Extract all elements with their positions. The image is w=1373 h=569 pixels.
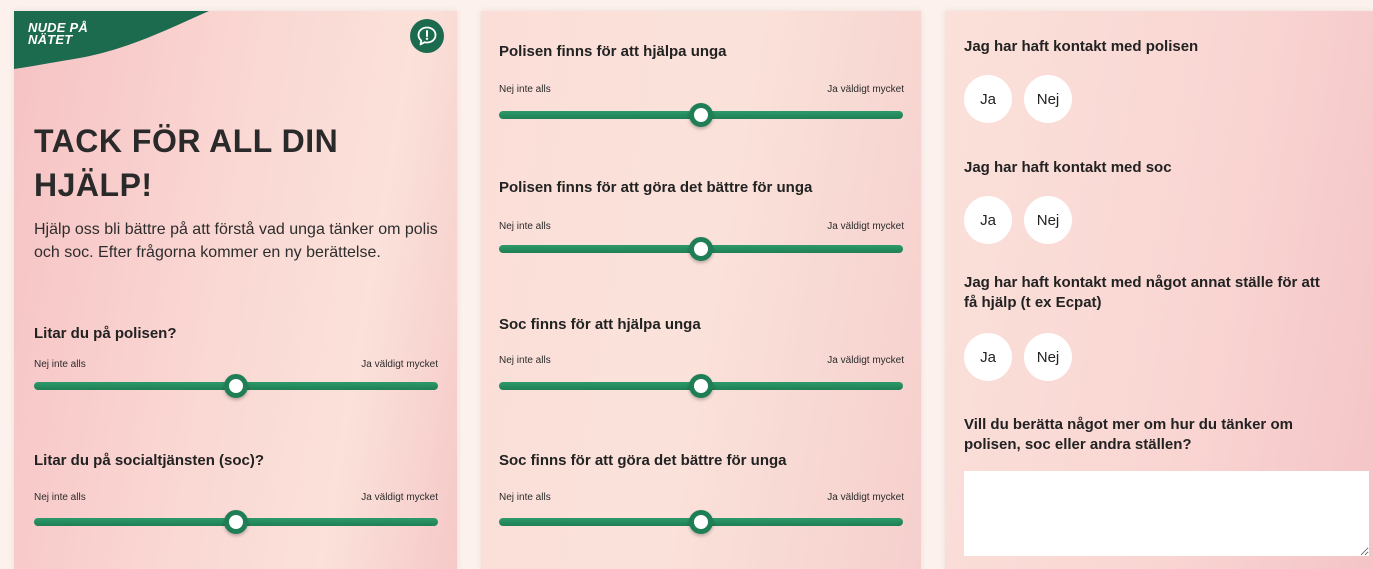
chat-bubble-exclamation-icon (417, 26, 437, 46)
scale-max-label: Ja väldigt mycket (361, 359, 438, 370)
scale-min-label: Nej inte alls (499, 355, 551, 366)
open-question-line-1: Vill du berätta något mer om hur du tänk… (964, 416, 1293, 433)
contact-police-no-button[interactable]: Nej (1024, 75, 1072, 123)
question-trust-police-label: Litar du på polisen? (34, 325, 177, 342)
contact-soc-no-button[interactable]: Nej (1024, 196, 1072, 244)
survey-panel-statements: Polisen finns för att hjälpa unga Nej in… (481, 11, 921, 569)
contact-soc-label: Jag har haft kontakt med soc (964, 159, 1172, 176)
scale-max-label: Ja väldigt mycket (827, 355, 904, 366)
scale-max-label: Ja väldigt mycket (827, 84, 904, 95)
intro-text: Hjälp oss bli bättre på att förstå vad u… (34, 221, 438, 261)
scale-max-label: Ja väldigt mycket (827, 492, 904, 503)
scale-max-label: Ja väldigt mycket (361, 492, 438, 503)
page-title: TACK FÖR ALL DIN HJÄLP! (34, 123, 339, 203)
open-question-line-2: polisen, soc eller andra ställen? (964, 436, 1192, 453)
trust-soc-slider-thumb[interactable] (224, 510, 248, 534)
logo-line-2: NÄTET (28, 32, 73, 47)
chat-button[interactable] (410, 19, 444, 53)
contact-soc-yes-button[interactable]: Ja (964, 196, 1012, 244)
open-answer-textarea[interactable] (964, 471, 1369, 556)
contact-other-label-line-2: få hjälp (t ex Ecpat) (964, 294, 1102, 311)
survey-panel-contacts: Jag har haft kontakt med polisen Ja Nej … (945, 11, 1373, 569)
scale-min-label: Nej inte alls (499, 221, 551, 232)
contact-police-yes-button[interactable]: Ja (964, 75, 1012, 123)
soc-help-slider-thumb[interactable] (689, 374, 713, 398)
scale-min-label: Nej inte alls (34, 359, 86, 370)
contact-other-no-button[interactable]: Nej (1024, 333, 1072, 381)
statement-soc-better-label: Soc finns för att göra det bättre för un… (499, 452, 787, 469)
police-help-slider-thumb[interactable] (689, 103, 713, 127)
contact-police-label: Jag har haft kontakt med polisen (964, 38, 1199, 55)
police-better-slider-thumb[interactable] (689, 237, 713, 261)
survey-panel-intro: NUDE PÅ NÄTET TACK FÖR ALL DIN HJÄLP! Hj… (14, 11, 457, 569)
scale-min-label: Nej inte alls (499, 492, 551, 503)
scale-max-label: Ja väldigt mycket (827, 221, 904, 232)
statement-police-help-label: Polisen finns för att hjälpa unga (499, 43, 727, 60)
statement-soc-help-label: Soc finns för att hjälpa unga (499, 316, 701, 333)
contact-other-label-line-1: Jag har haft kontakt med något annat stä… (964, 274, 1320, 291)
scale-min-label: Nej inte alls (34, 492, 86, 503)
trust-police-slider-thumb[interactable] (224, 374, 248, 398)
soc-better-slider-thumb[interactable] (689, 510, 713, 534)
logo[interactable]: NUDE PÅ NÄTET (28, 21, 88, 47)
contact-other-yes-button[interactable]: Ja (964, 333, 1012, 381)
scale-min-label: Nej inte alls (499, 84, 551, 95)
statement-police-better-label: Polisen finns för att göra det bättre fö… (499, 179, 813, 196)
question-trust-soc-label: Litar du på socialtjänsten (soc)? (34, 452, 265, 469)
